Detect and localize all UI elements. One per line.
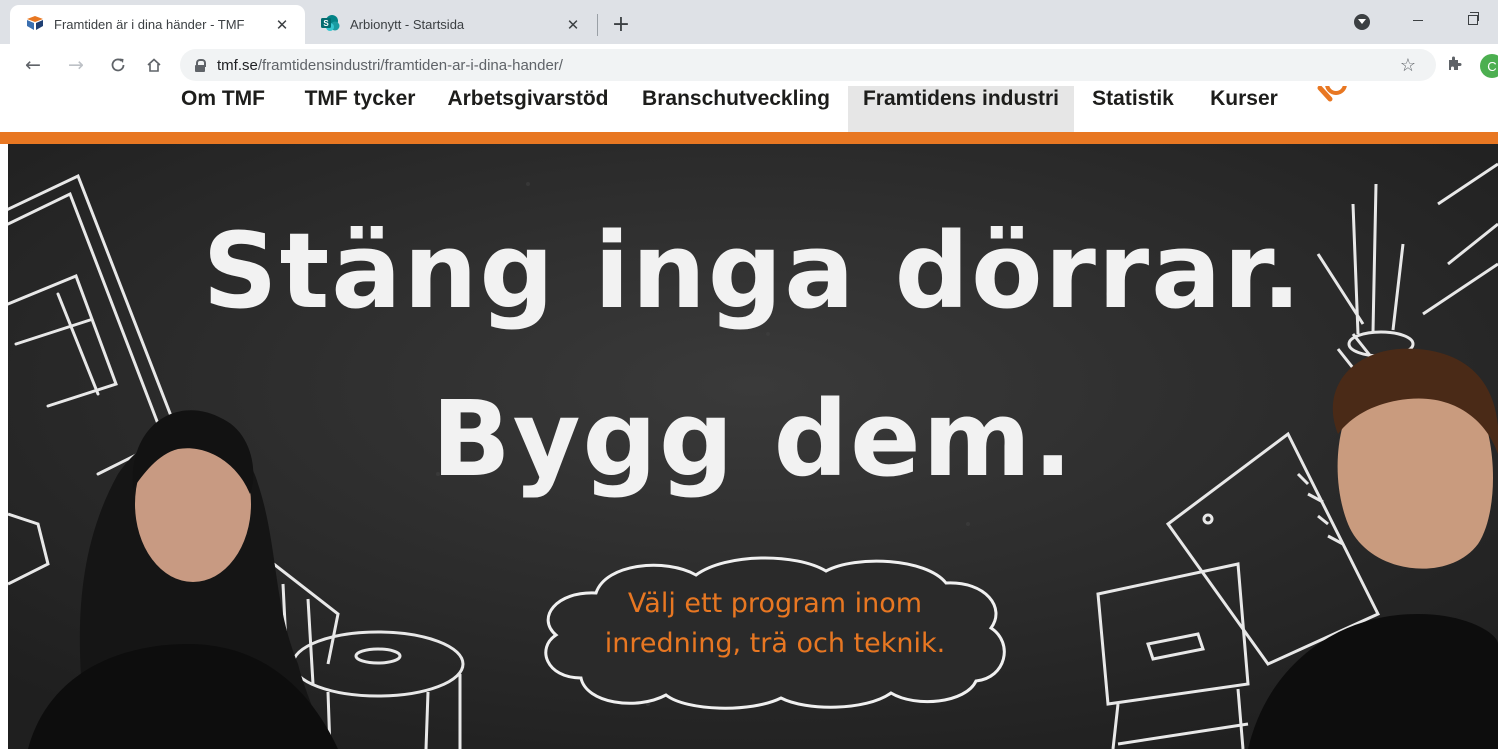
cloud-text-line1: Välj ett program inom: [627, 588, 923, 619]
orange-accent-bar: [0, 132, 1498, 144]
browser-tabstrip: Framtiden är i dina händer - TMF ✕ S Arb…: [0, 0, 1498, 44]
profile-avatar[interactable]: C: [1480, 54, 1498, 78]
url-text[interactable]: tmf.se/framtidensindustri/framtiden-ar-i…: [217, 57, 563, 74]
url-host: tmf.se: [217, 56, 258, 74]
back-arrow-icon[interactable]: ←: [19, 51, 47, 79]
restore-window-button[interactable]: [1450, 4, 1496, 36]
url-path: /framtidensindustri/framtiden-ar-i-dina-…: [257, 56, 563, 74]
page-viewport: Om TMF TMF tycker Arbetsgivarstöd Bransc…: [0, 86, 1498, 749]
new-tab-plus-icon[interactable]: +: [607, 10, 635, 38]
extensions-puzzle-icon[interactable]: [1444, 55, 1464, 75]
nav-item-tmf-tycker[interactable]: TMF tycker: [290, 86, 430, 132]
hero-cloud-text: Välj ett program inom inredning, trä och…: [536, 584, 1014, 664]
svg-text:S: S: [323, 19, 329, 28]
tab-title: Arbionytt - Startsida: [350, 17, 465, 32]
sharepoint-icon: S: [320, 14, 340, 35]
tmf-logo-icon: [26, 15, 44, 34]
close-tab-icon[interactable]: ✕: [564, 16, 582, 34]
cloud-text-line2: inredning, trä och teknik.: [604, 628, 946, 659]
bookmark-star-icon[interactable]: ☆: [1400, 55, 1416, 76]
nav-item-om-tmf[interactable]: Om TMF: [164, 86, 282, 132]
address-bar[interactable]: tmf.se/framtidensindustri/framtiden-ar-i…: [180, 49, 1436, 81]
minimize-window-button[interactable]: [1395, 4, 1441, 36]
nav-item-arbetsgivarstod[interactable]: Arbetsgivarstöd: [432, 86, 624, 132]
nav-item-statistik[interactable]: Statistik: [1080, 86, 1186, 132]
nav-item-branschutveckling[interactable]: Branschutveckling: [636, 86, 836, 132]
nav-item-kurser[interactable]: Kurser: [1196, 86, 1292, 132]
tab-tmf[interactable]: Framtiden är i dina händer - TMF ✕: [10, 5, 305, 44]
home-icon[interactable]: [140, 51, 168, 79]
tab-search-dropdown-icon[interactable]: [1354, 14, 1370, 30]
hero-headline-line2: Bygg dem.: [431, 378, 1075, 500]
site-navigation: Om TMF TMF tycker Arbetsgivarstöd Bransc…: [0, 86, 1498, 132]
minimize-icon: [1413, 19, 1423, 21]
browser-toolbar: ← → tmf.se/framtidensindustri/framtiden-…: [0, 44, 1498, 86]
search-icon[interactable]: [1316, 86, 1350, 106]
forward-arrow-icon[interactable]: →: [62, 51, 90, 79]
close-tab-icon[interactable]: ✕: [273, 16, 291, 34]
tab-title: Framtiden är i dina händer - TMF: [54, 17, 245, 32]
tab-separator: [597, 14, 598, 36]
reload-icon[interactable]: [104, 51, 132, 79]
tab-arbionytt[interactable]: S Arbionytt - Startsida ✕: [306, 5, 596, 44]
hero-banner[interactable]: Stäng inga dörrar. Bygg dem. Välj ett pr…: [8, 144, 1498, 749]
restore-icon: [1468, 12, 1479, 25]
hero-headline-line1: Stäng inga dörrar.: [202, 210, 1304, 332]
nav-item-framtidens-industri[interactable]: Framtidens industri: [848, 86, 1074, 132]
lock-icon[interactable]: [195, 58, 206, 72]
